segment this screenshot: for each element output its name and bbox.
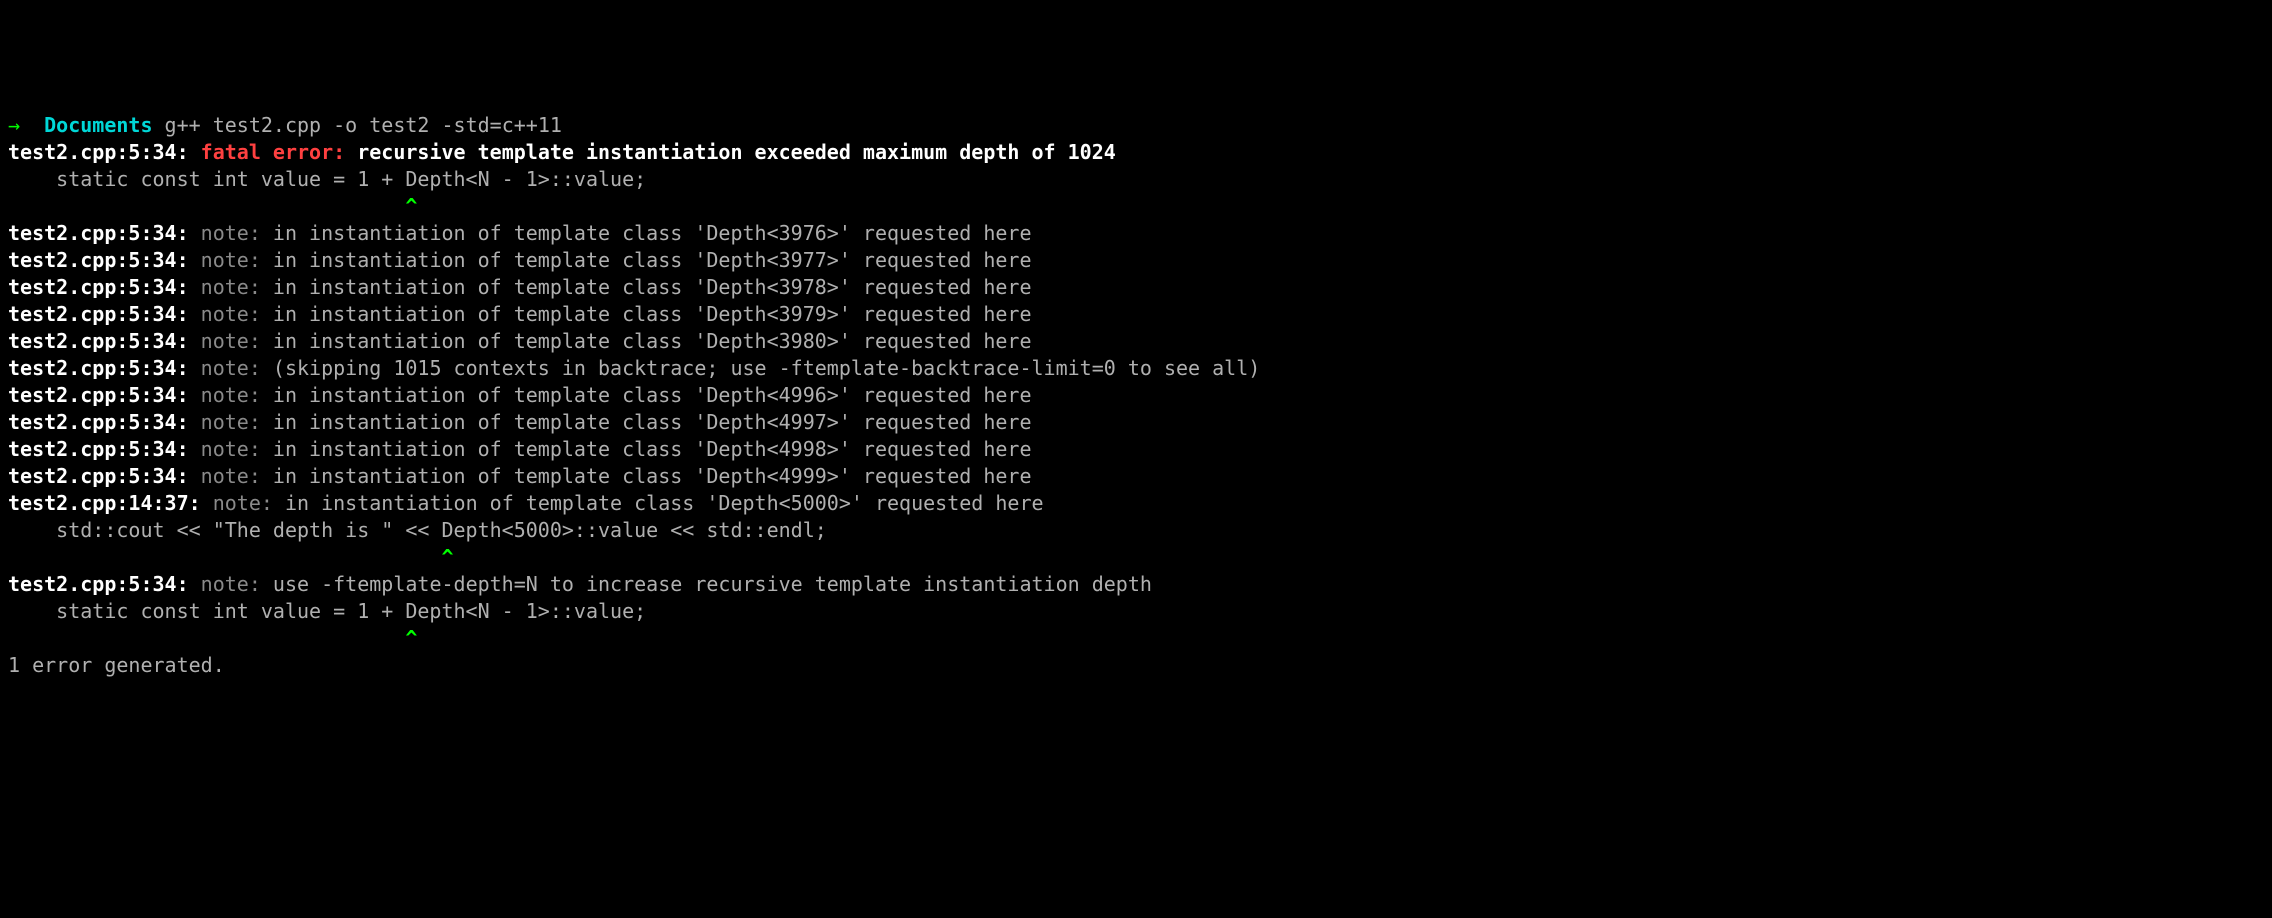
diag-location: test2.cpp:5:34: [8,140,201,164]
diag-caret-line: ^ [8,193,2264,220]
prompt-command: g++ test2.cpp -o test2 -std=c++11 [153,113,562,137]
diag-message: in instantiation of template class 'Dept… [273,221,1032,245]
diag-location: test2.cpp:5:34: [8,437,201,461]
diag-message: in instantiation of template class 'Dept… [273,329,1032,353]
diag-caret-line: ^ [8,544,2264,571]
diag-location: test2.cpp:5:34: [8,329,201,353]
diag-caret-icon: ^ [8,545,454,569]
diag-message: in instantiation of template class 'Dept… [273,464,1032,488]
note-skip-line: test2.cpp:5:34: note: (skipping 1015 con… [8,355,2264,382]
diag-caret-line: ^ [8,625,2264,652]
error-summary: 1 error generated. [8,653,225,677]
diag-kind-fatal: fatal error: [201,140,358,164]
diag-kind-note: note: [201,356,273,380]
diag-kind-note: note: [201,437,273,461]
prompt-cwd: Documents [44,113,152,137]
diag-message: (skipping 1015 contexts in backtrace; us… [273,356,1260,380]
diag-kind-note: note: [201,248,273,272]
diag-message: in instantiation of template class 'Dept… [273,383,1032,407]
diag-kind-note: note: [213,491,285,515]
fatal-error-line: test2.cpp:5:34: fatal error: recursive t… [8,139,2264,166]
diag-message: in instantiation of template class 'Dept… [273,437,1032,461]
note-line: test2.cpp:5:34: note: in instantiation o… [8,436,2264,463]
diag-code: static const int value = 1 + Depth<N - 1… [8,599,646,623]
diag-message: recursive template instantiation exceede… [357,140,1116,164]
diag-code-line: static const int value = 1 + Depth<N - 1… [8,598,2264,625]
diag-location: test2.cpp:5:34: [8,275,201,299]
note-line: test2.cpp:5:34: note: in instantiation o… [8,301,2264,328]
diag-message: in instantiation of template class 'Dept… [273,410,1032,434]
summary-line: 1 error generated. [8,652,2264,679]
diag-location: test2.cpp:5:34: [8,572,201,596]
diag-code-line: static const int value = 1 + Depth<N - 1… [8,166,2264,193]
diag-kind-note: note: [201,302,273,326]
note-line: test2.cpp:14:37: note: in instantiation … [8,490,2264,517]
note-line: test2.cpp:5:34: note: use -ftemplate-dep… [8,571,2264,598]
prompt-line: → Documents g++ test2.cpp -o test2 -std=… [8,112,2264,139]
diag-location: test2.cpp:14:37: [8,491,213,515]
diag-message: in instantiation of template class 'Dept… [273,302,1032,326]
diag-kind-note: note: [201,275,273,299]
diag-message: use -ftemplate-depth=N to increase recur… [273,572,1152,596]
diag-message: in instantiation of template class 'Dept… [273,248,1032,272]
diag-kind-note: note: [201,464,273,488]
note-line: test2.cpp:5:34: note: in instantiation o… [8,463,2264,490]
note-line: test2.cpp:5:34: note: in instantiation o… [8,274,2264,301]
diag-kind-note: note: [201,329,273,353]
diag-kind-note: note: [201,410,273,434]
diag-message: in instantiation of template class 'Dept… [273,275,1032,299]
diag-location: test2.cpp:5:34: [8,383,201,407]
prompt-arrow-icon: → [8,113,44,137]
diag-location: test2.cpp:5:34: [8,302,201,326]
diag-kind-note: note: [201,221,273,245]
diag-location: test2.cpp:5:34: [8,410,201,434]
diag-message: in instantiation of template class 'Dept… [285,491,1044,515]
terminal-output: → Documents g++ test2.cpp -o test2 -std=… [8,112,2264,679]
diag-kind-note: note: [201,383,273,407]
diag-caret-icon: ^ [8,194,417,218]
note-line: test2.cpp:5:34: note: in instantiation o… [8,220,2264,247]
diag-location: test2.cpp:5:34: [8,221,201,245]
diag-code: std::cout << "The depth is " << Depth<50… [8,518,827,542]
diag-location: test2.cpp:5:34: [8,464,201,488]
diag-caret-icon: ^ [8,626,417,650]
diag-kind-note: note: [201,572,273,596]
diag-location: test2.cpp:5:34: [8,248,201,272]
diag-location: test2.cpp:5:34: [8,356,201,380]
note-line: test2.cpp:5:34: note: in instantiation o… [8,328,2264,355]
diag-code: static const int value = 1 + Depth<N - 1… [8,167,646,191]
note-line: test2.cpp:5:34: note: in instantiation o… [8,382,2264,409]
note-line: test2.cpp:5:34: note: in instantiation o… [8,247,2264,274]
note-line: test2.cpp:5:34: note: in instantiation o… [8,409,2264,436]
diag-code-line: std::cout << "The depth is " << Depth<50… [8,517,2264,544]
